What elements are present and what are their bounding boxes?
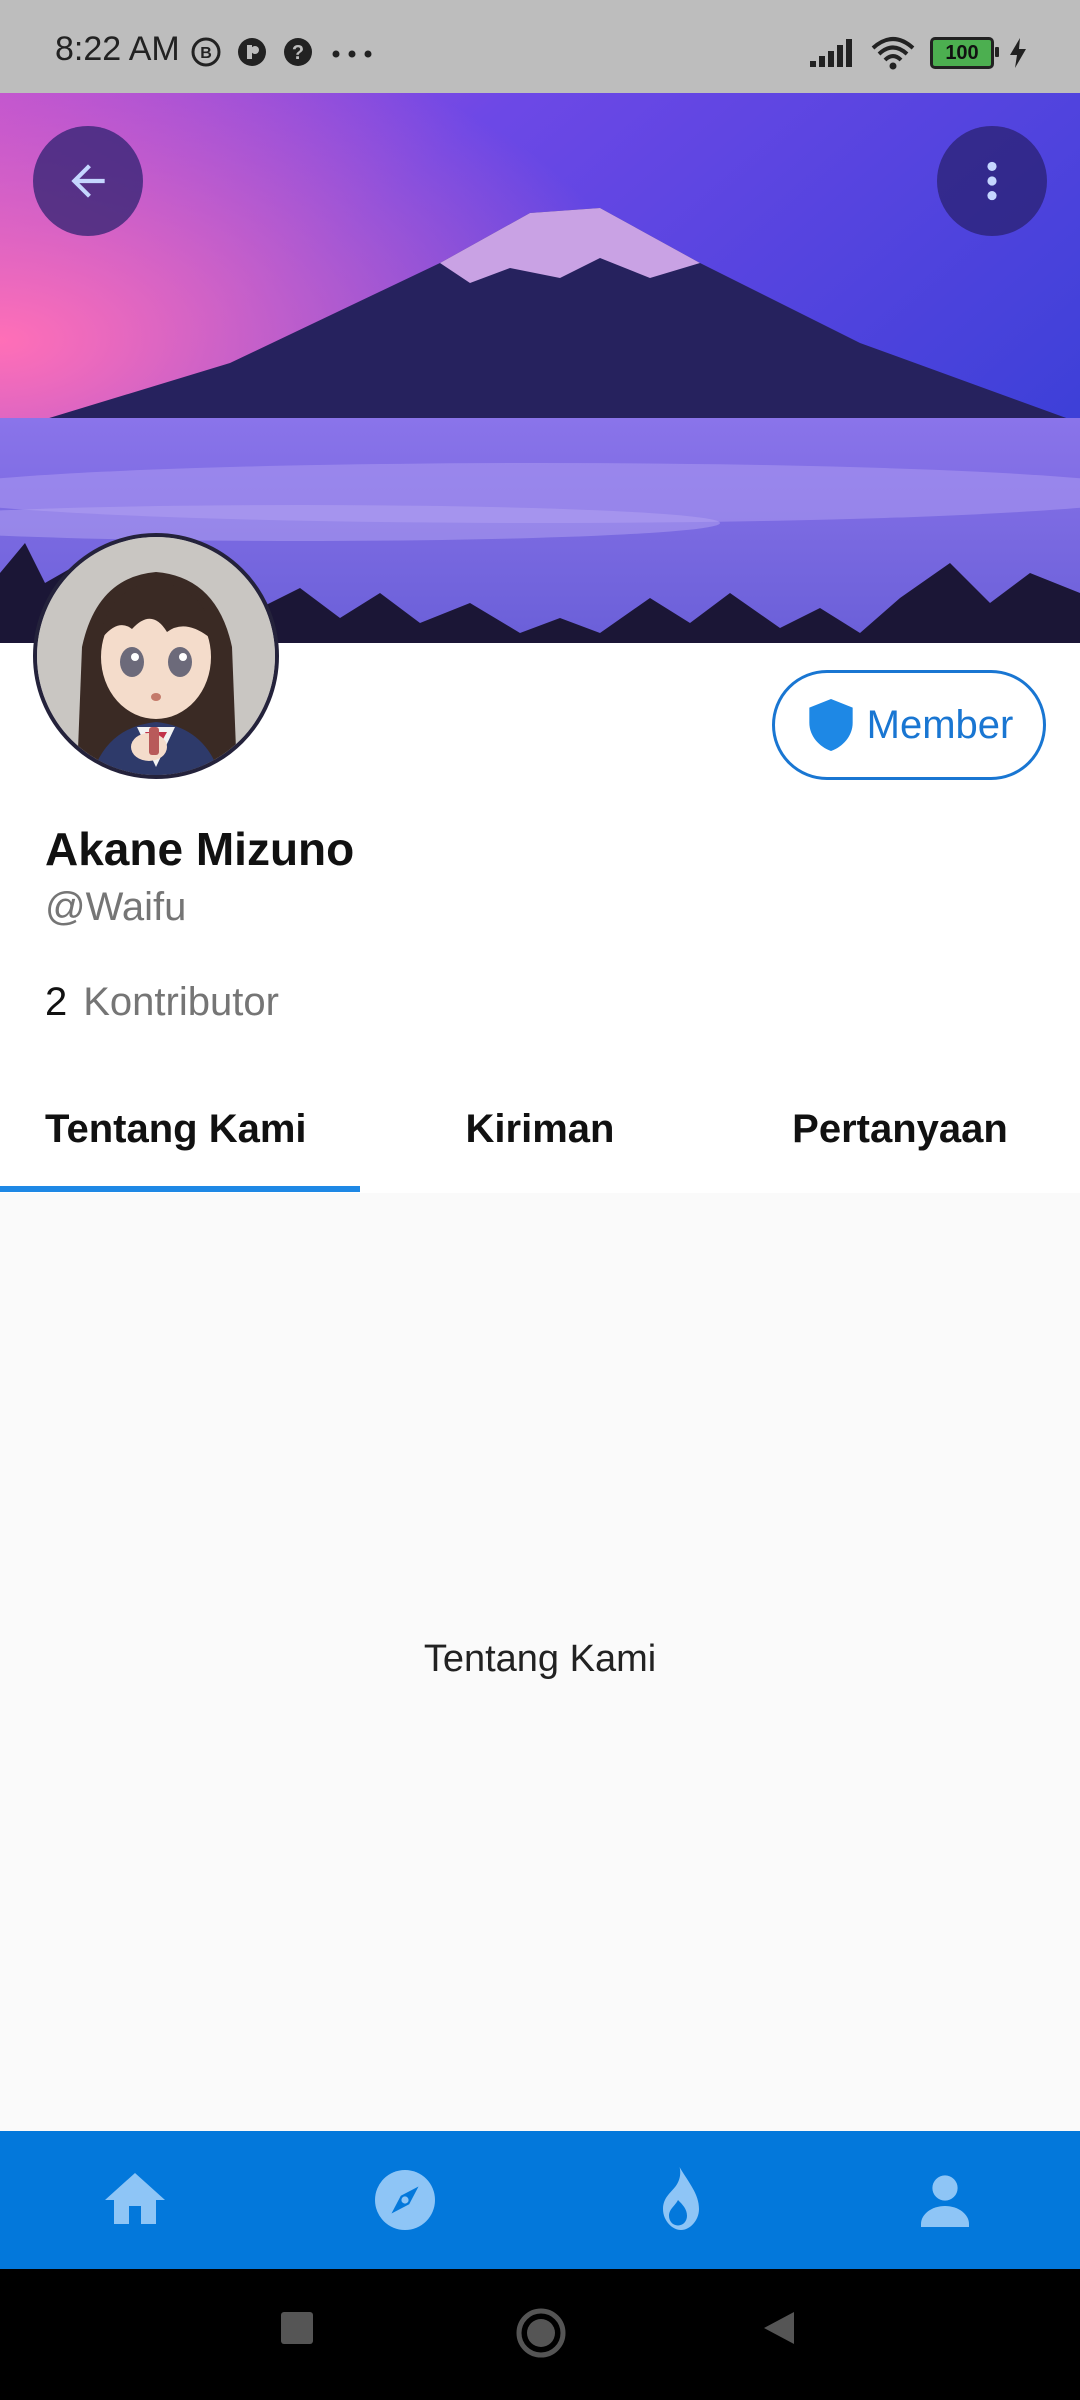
member-label: Member: [866, 702, 1014, 747]
system-nav-bar: [0, 2269, 1080, 2400]
signal-icon: [810, 39, 852, 67]
status-bar: 8:22 AM B ? 100: [0, 0, 1080, 93]
explore-icon: [375, 2170, 435, 2230]
record-icon: [238, 38, 266, 66]
status-time: 8:22 AM: [55, 30, 180, 68]
profile-name: Akane Mizuno: [45, 823, 355, 875]
battery-icon: 100: [930, 37, 999, 69]
contributor-label: Kontributor: [83, 980, 279, 1024]
contributor-stat[interactable]: 2 Kontributor: [45, 980, 279, 1025]
contributor-count: 2: [45, 980, 68, 1024]
profile-tabs: Tentang Kami Kiriman Pertanyaan: [0, 1065, 1080, 1193]
more-options-button[interactable]: [937, 126, 1047, 236]
profile-icon: [921, 2175, 969, 2227]
battery-level: 100: [945, 41, 979, 64]
trending-fire-icon: [663, 2167, 699, 2230]
status-icons-right: 100: [808, 36, 1028, 70]
content-text: Tentang Kami: [423, 1638, 657, 1680]
shield-icon: [808, 699, 853, 751]
arrow-back-icon: [71, 164, 105, 198]
tab-content: Tentang Kami: [0, 1193, 1080, 2131]
charging-icon: [1010, 38, 1026, 68]
nav-trending[interactable]: [540, 2131, 810, 2269]
nav-explore[interactable]: [270, 2131, 540, 2269]
svg-text:?: ?: [292, 42, 304, 64]
bottom-nav: [0, 2131, 1080, 2269]
tab-about[interactable]: Tentang Kami: [45, 1065, 325, 1193]
help-icon: ?: [284, 38, 312, 66]
nav-home[interactable]: [0, 2131, 270, 2269]
tab-posts[interactable]: Kiriman: [360, 1065, 720, 1193]
avatar[interactable]: [33, 533, 279, 779]
tab-questions[interactable]: Pertanyaan: [720, 1065, 1080, 1193]
status-icons-left: B ?: [190, 36, 376, 68]
back-triangle-icon[interactable]: [760, 2309, 798, 2347]
svg-text:B: B: [200, 45, 212, 62]
home-circle-icon[interactable]: [515, 2307, 567, 2359]
back-button[interactable]: [33, 126, 143, 236]
home-icon: [105, 2173, 165, 2224]
wifi-icon: [871, 37, 915, 70]
recents-icon[interactable]: [278, 2309, 316, 2347]
nav-profile[interactable]: [810, 2131, 1080, 2269]
profile-handle: @Waifu: [45, 885, 187, 929]
more-vert-icon: [987, 161, 997, 201]
more-dots-icon: [332, 50, 372, 58]
b-badge-icon: B: [191, 37, 221, 67]
tab-indicator: [0, 1186, 360, 1192]
member-button[interactable]: Member: [772, 670, 1046, 780]
